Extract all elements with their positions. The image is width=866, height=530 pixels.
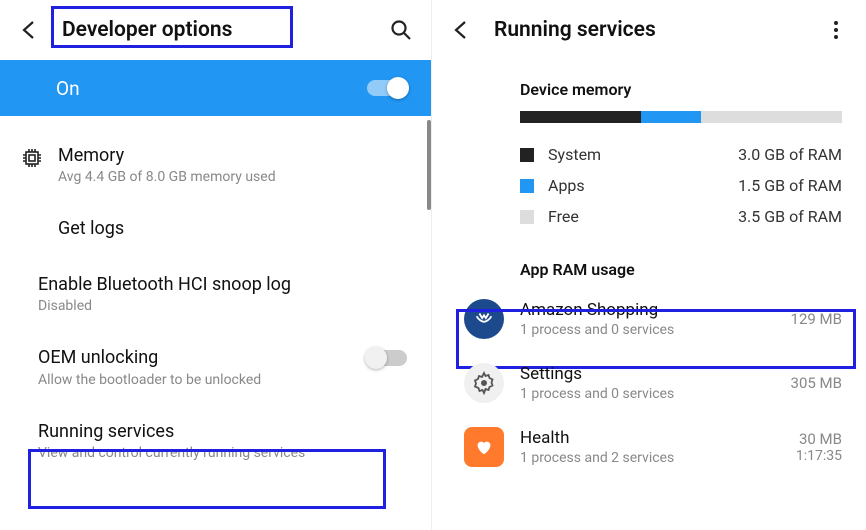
oem-unlock-switch[interactable] [367,350,407,366]
item-sub: Avg 4.4 GB of 8.0 GB memory used [58,169,407,185]
item-oem-unlocking[interactable]: OEM unlocking Allow the bootloader to be… [0,330,431,403]
mem-value: 3.0 GB of RAM [738,145,842,164]
back-arrow-icon[interactable] [450,18,474,42]
app-sub: 1 process and 0 services [520,386,791,402]
item-sub: Disabled [38,298,407,314]
on-label: On [56,77,367,100]
mem-seg-free [701,111,842,123]
developer-options-switch[interactable] [367,80,407,96]
memory-chip-icon [20,146,44,170]
right-header: Running services [432,0,866,60]
mem-label: Apps [548,176,738,195]
swatch-apps [520,179,534,193]
scrollbar[interactable] [427,120,431,210]
back-arrow-icon[interactable] [18,18,42,42]
device-memory-heading: Device memory [432,60,866,111]
highlight-box-title [51,6,293,48]
app-name: Health [520,428,796,448]
swatch-system [520,148,534,162]
page-title-right: Running services [494,18,824,42]
item-get-logs[interactable]: Get logs [0,201,431,256]
more-icon[interactable] [824,18,848,42]
settings-list: Memory Avg 4.4 GB of 8.0 GB memory used … [0,116,431,477]
memory-usage-bar [520,111,842,123]
mem-value: 1.5 GB of RAM [738,176,842,195]
highlight-box-running-services [28,449,386,509]
item-memory[interactable]: Memory Avg 4.4 GB of 8.0 GB memory used [0,128,431,201]
app-name: Settings [520,364,791,384]
mem-label: Free [548,207,738,226]
mem-row-free: Free 3.5 GB of RAM [432,201,866,232]
item-title: Running services [38,420,407,443]
health-app-icon [464,427,504,467]
mem-label: System [548,145,738,164]
app-mem: 305 MB [791,374,842,392]
mem-row-apps: Apps 1.5 GB of RAM [432,170,866,201]
app-row-health[interactable]: Health 1 process and 2 services 30 MB 1:… [432,415,866,479]
item-sub: Allow the bootloader to be unlocked [38,372,357,388]
mem-seg-system [520,111,641,123]
mem-seg-apps [641,111,701,123]
search-icon[interactable] [389,18,413,42]
app-sub: 1 process and 2 services [520,450,796,466]
mem-row-system: System 3.0 GB of RAM [432,139,866,170]
item-title: OEM unlocking [38,346,357,369]
swatch-free [520,210,534,224]
item-hci-snoop[interactable]: Enable Bluetooth HCI snoop log Disabled [0,257,431,330]
item-title: Get logs [58,217,407,240]
app-row-settings[interactable]: Settings 1 process and 0 services 305 MB [432,351,866,415]
settings-app-icon [464,363,504,403]
app-uptime: 1:17:35 [796,448,842,464]
item-title: Enable Bluetooth HCI snoop log [38,273,407,296]
app-mem: 30 MB [796,430,842,448]
item-title: Memory [58,144,407,167]
developer-options-toggle-row[interactable]: On [0,60,431,116]
mem-value: 3.5 GB of RAM [738,207,842,226]
app-ram-heading: App RAM usage [432,232,866,287]
